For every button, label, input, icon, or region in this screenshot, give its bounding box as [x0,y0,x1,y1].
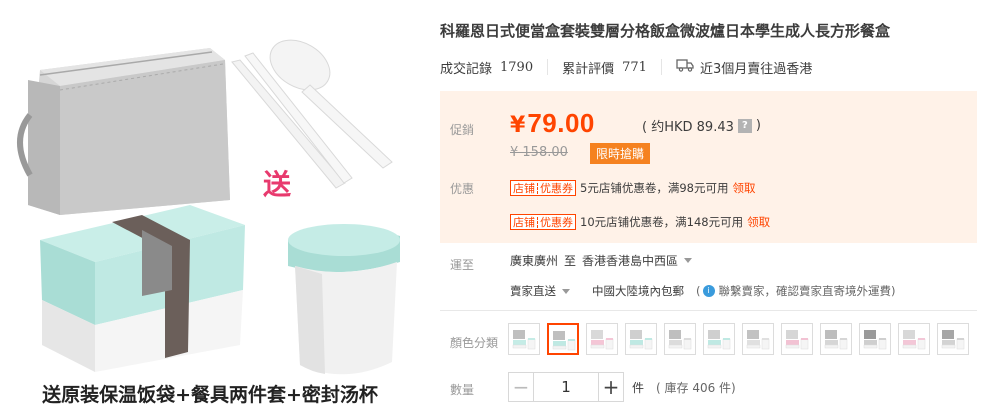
shipping-route: 廣東廣州 至 香港香港島中西區 [510,252,693,269]
color-swatch-mint-2[interactable] [703,323,735,355]
color-swatch-gray-4[interactable] [859,323,891,355]
product-info-panel: 科羅恩日式便當盒套裝雙層分格飯盒微波爐日本學生成人長方形餐盒 成交記錄 1790… [440,0,995,417]
free-shipping-text: 中國大陸境內包郵 [592,284,684,298]
color-swatch-gray-2[interactable] [742,323,774,355]
color-swatch-pink[interactable] [586,323,618,355]
price-label: 促銷 [450,123,475,137]
color-swatch-gray[interactable] [664,323,696,355]
product-title: 科羅恩日式便當盒套裝雙層分格飯盒微波爐日本學生成人長方形餐盒 [440,22,891,40]
hkd-amount: ( 约HKD 89.43 [642,120,734,135]
coupon-tag-divider [537,216,538,228]
gift-badge: 送 [254,163,300,209]
deals-label: 成交記錄 [440,61,493,77]
chevron-down-icon [684,258,693,263]
quantity-increase-button[interactable]: + [598,372,624,402]
stat-divider [547,59,549,75]
image-caption: 送原装保温饭袋+餐具两件套+密封汤杯 [42,384,378,406]
ship-method: 賣家直送 [510,284,556,298]
quantity-unit: 件 [632,380,645,395]
promo-panel: 促銷 ¥ 79.00 ( 约HKD 89.43 ? ) ¥ 158.00 限時搶… [440,91,977,243]
limited-time-badge: 限時搶購 [590,143,651,164]
ship-from: 廣東廣州 [510,254,559,268]
coupon-tag: 店铺 优惠券 [510,214,576,230]
deals-stat[interactable]: 成交記錄 1790 [440,58,533,77]
coupon-tag-right: 优惠券 [540,182,573,195]
coupon-tag: 店铺 优惠券 [510,180,576,196]
original-price: ¥ 158.00 [510,145,568,160]
coupon-tag-right: 优惠券 [540,216,573,229]
color-swatch-mint[interactable] [625,323,657,355]
product-illustration [17,39,400,375]
ship-destination-select[interactable]: 香港香港島中西區 [582,252,693,269]
coupon-tag-left: 店铺 [513,182,535,195]
quantity-stepper: − 1 + 件 ( 庫存 406 件) [508,372,736,402]
hkd-close: ) [755,118,761,133]
reviews-label: 累計評價 [562,61,615,77]
quantity-input[interactable]: 1 [534,372,598,402]
shipping-paren: ( [696,284,701,298]
price-amount: 79.00 [527,108,595,138]
coupon-claim-link[interactable]: 领取 [747,214,770,230]
promo-price: ¥ 79.00 [510,108,595,139]
price-hkd: ( 约HKD 89.43 ? ) [642,116,761,135]
coupon-text: 10元店铺优惠卷，满148元可用 [580,215,744,229]
color-swatch-gray-blue-selected[interactable] [547,323,579,355]
section-divider [440,310,977,311]
coupon-claim-link[interactable]: 领取 [732,180,755,196]
stat-divider [660,59,662,75]
shipping-note: 近3個月賣往過香港 [699,61,813,77]
truck-icon [676,58,694,76]
promotions-label: 优惠 [450,182,475,196]
color-label: 顏色分類 [450,336,499,350]
quantity-decrease-button[interactable]: − [508,372,534,402]
ship-destination: 香港香港島中西區 [582,254,679,268]
info-icon[interactable]: i [702,285,715,297]
product-stats: 成交記錄 1790 累計評價 771 近3個月賣往過香港 [440,58,812,77]
coupon-row: 店铺 优惠券 10元店铺优惠卷，满148元可用 领取 [510,214,770,230]
color-swatch-gray-3[interactable] [820,323,852,355]
coupon-text: 5元店铺优惠卷，满98元可用 [580,181,729,195]
lunch-box [40,205,245,372]
color-swatch-pink-2[interactable] [781,323,813,355]
ship-method-select[interactable]: 賣家直送 [510,283,570,299]
quantity-label: 數量 [450,383,475,397]
coupon-tag-left: 店铺 [513,216,535,229]
currency-symbol: ¥ [510,113,526,138]
color-swatches [508,323,976,355]
product-image[interactable]: 送 送原装保温饭袋+餐具两件套+密封汤杯 [0,0,420,417]
soup-cup [288,224,400,375]
reviews-stat[interactable]: 累計評價 771 [562,58,647,77]
shipping-method-row: 賣家直送 中國大陸境內包郵 ( i 聯繫賣家，確認賣家直寄境外運費) [510,283,896,299]
shipping-stat: 近3個月賣往過香港 [676,58,812,77]
coupon-row: 店铺 优惠券 5元店铺优惠卷，满98元可用 领取 [510,180,755,196]
help-icon[interactable]: ? [737,118,752,133]
chevron-down-icon [562,288,570,294]
stock-count: ( 庫存 406 件) [656,380,736,395]
color-swatch-gray-5[interactable] [937,323,969,355]
shipping-label: 運至 [450,258,475,272]
shipping-note-text: 聯繫賣家，確認賣家直寄境外運費) [718,284,896,298]
coupon-tag-divider [537,182,538,194]
reviews-count: 771 [622,59,647,75]
ship-to-word: 至 [564,254,577,268]
color-swatch-pink-3[interactable] [898,323,930,355]
color-swatch-gray-blue[interactable] [508,323,540,355]
insulated-bag [17,48,230,215]
deals-count: 1790 [500,59,534,75]
